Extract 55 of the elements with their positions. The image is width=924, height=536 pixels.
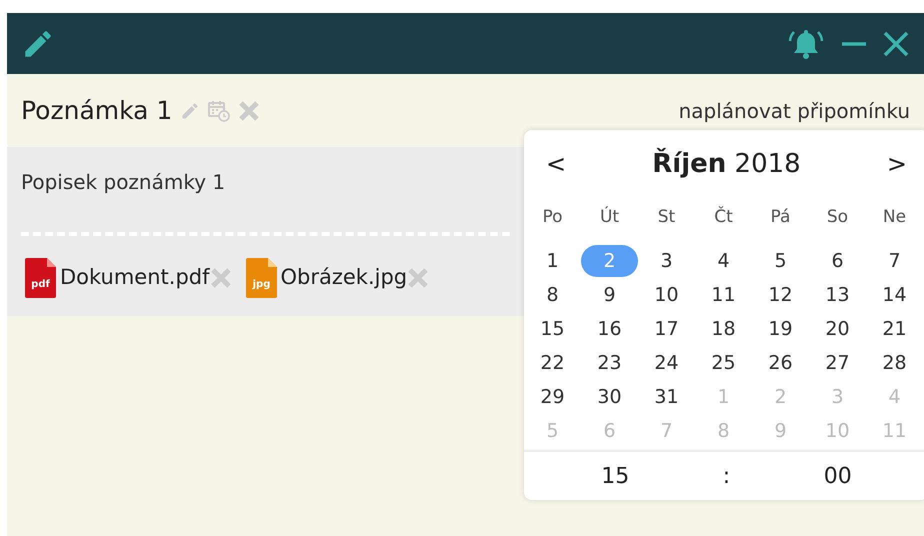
day-button[interactable]: 31 [638, 381, 695, 413]
day-button[interactable]: 8 [524, 279, 581, 311]
day-button[interactable]: 13 [809, 279, 866, 311]
close-icon[interactable] [882, 30, 910, 58]
day-button[interactable]: 25 [695, 347, 752, 379]
weekday-label: St [658, 207, 676, 227]
day-button[interactable]: 20 [809, 313, 866, 345]
day-button[interactable]: 3 [638, 245, 695, 277]
weekday-label: Út [600, 207, 620, 227]
day-button[interactable]: 7 [866, 245, 923, 277]
day-button[interactable]: 26 [752, 347, 809, 379]
day-button[interactable]: 12 [752, 279, 809, 311]
remove-icon[interactable] [407, 267, 430, 289]
next-month-button[interactable]: > [880, 146, 913, 182]
time-separator: : [722, 464, 730, 488]
delete-icon[interactable] [238, 100, 260, 122]
day-button[interactable]: 1 [524, 245, 581, 277]
day-button[interactable]: 9 [581, 279, 638, 311]
day-button[interactable]: 4 [695, 245, 752, 277]
hours-value[interactable]: 15 [601, 464, 630, 488]
note-description: Popisek poznámky 1 [21, 170, 226, 194]
day-button[interactable]: 30 [581, 381, 638, 413]
day-button[interactable]: 23 [581, 347, 638, 379]
day-button[interactable]: 27 [809, 347, 866, 379]
note-title: Poznámka 1 [21, 94, 172, 127]
schedule-reminder-link[interactable]: naplánovat připomínku [678, 96, 910, 126]
weekday-label: Pá [770, 207, 790, 227]
remove-icon[interactable] [210, 267, 232, 289]
weekday-label: Po [542, 207, 563, 227]
weekday-label: Ne [882, 207, 906, 227]
day-button[interactable]: 5 [752, 245, 809, 277]
previous-month-button[interactable]: < [540, 146, 572, 182]
weekday-label: So [826, 207, 848, 227]
day-button[interactable]: 10 [638, 279, 695, 311]
file-name[interactable]: Dokument.pdf [60, 262, 210, 294]
day-button[interactable]: 6 [809, 245, 866, 277]
file-name[interactable]: Obrázek.jpg [280, 262, 408, 294]
jpg-file-icon: jpg [246, 258, 276, 298]
minutes-value[interactable]: 00 [824, 464, 852, 488]
day-button[interactable]: 19 [752, 313, 809, 345]
day-button[interactable]: 15 [524, 313, 581, 345]
day-button[interactable]: 11 [695, 279, 752, 311]
pdf-file-icon: pdf [25, 258, 56, 298]
day-button[interactable]: 24 [638, 347, 695, 379]
day-button[interactable]: 29 [524, 381, 581, 413]
day-button[interactable]: 18 [695, 313, 752, 345]
day-button[interactable]: 21 [866, 313, 923, 345]
day-button[interactable]: 16 [581, 313, 638, 345]
weekday-label: Čt [714, 207, 733, 227]
month-title: Říjen 2018 [651, 146, 802, 180]
day-button[interactable]: 22 [524, 347, 581, 379]
day-button[interactable]: 28 [866, 347, 923, 379]
day-button[interactable]: 14 [866, 279, 923, 311]
calendar-clock-icon[interactable] [208, 100, 230, 122]
day-button[interactable]: 17 [638, 313, 695, 345]
